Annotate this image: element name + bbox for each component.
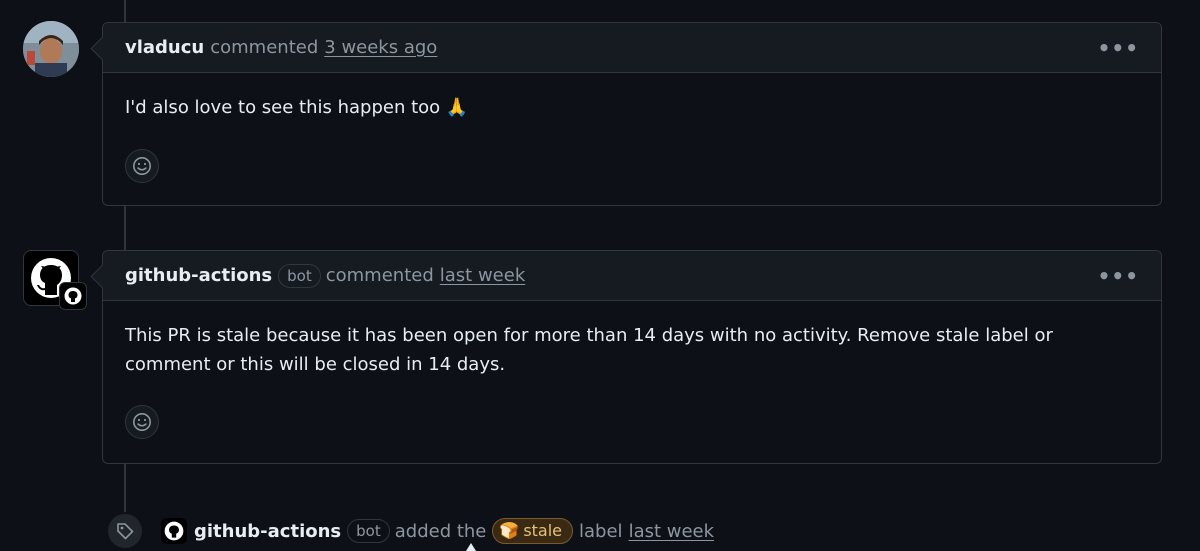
event-timestamp[interactable]: last week — [629, 521, 714, 542]
bot-badge-label: bot — [347, 519, 390, 543]
event-suffix: label — [579, 520, 623, 542]
mouse-cursor — [466, 543, 476, 551]
kebab-menu-icon[interactable]: ••• — [1098, 36, 1139, 60]
add-reaction-button[interactable] — [125, 405, 159, 439]
tag-icon — [117, 523, 134, 540]
smiley-icon — [133, 413, 151, 431]
comment-card: vladucu commented 3 weeks ago ••• I'd al… — [90, 22, 1162, 206]
comment-body: I'd also love to see this happen too 🙏 — [125, 97, 469, 118]
smiley-icon — [133, 157, 151, 175]
event-action: added the — [394, 520, 487, 542]
github-mark-icon — [164, 521, 184, 541]
label-event: github-actions bot added the 🍞 stale lab… — [106, 512, 714, 550]
comment-header: github-actions bot commented last week •… — [103, 251, 1161, 301]
bot-avatar[interactable] — [161, 518, 187, 544]
comment-header: vladucu commented 3 weeks ago ••• — [103, 23, 1161, 73]
stale-label-text: stale — [523, 521, 563, 540]
kebab-menu-icon[interactable]: ••• — [1098, 264, 1139, 288]
comment-author[interactable]: github-actions — [125, 265, 272, 286]
bot-badge — [59, 282, 87, 310]
bot-badge-label: bot — [278, 263, 321, 288]
avatar[interactable] — [23, 21, 79, 77]
user-avatar-image — [23, 21, 79, 77]
github-mark-icon — [64, 287, 82, 305]
comment-action: commented — [210, 37, 319, 58]
comment-author[interactable]: vladucu — [125, 37, 204, 58]
stale-label[interactable]: 🍞 stale — [492, 518, 574, 544]
comment-timestamp[interactable]: last week — [440, 265, 525, 286]
event-actor[interactable]: github-actions — [194, 521, 341, 542]
tag-icon-badge — [106, 512, 144, 550]
comment-action: commented — [325, 265, 434, 286]
comment-timestamp[interactable]: 3 weeks ago — [324, 37, 437, 58]
comment-card: github-actions bot commented last week •… — [90, 250, 1162, 464]
bread-icon: 🍞 — [499, 521, 520, 540]
add-reaction-button[interactable] — [125, 149, 159, 183]
comment-body: This PR is stale because it has been ope… — [125, 325, 1053, 375]
